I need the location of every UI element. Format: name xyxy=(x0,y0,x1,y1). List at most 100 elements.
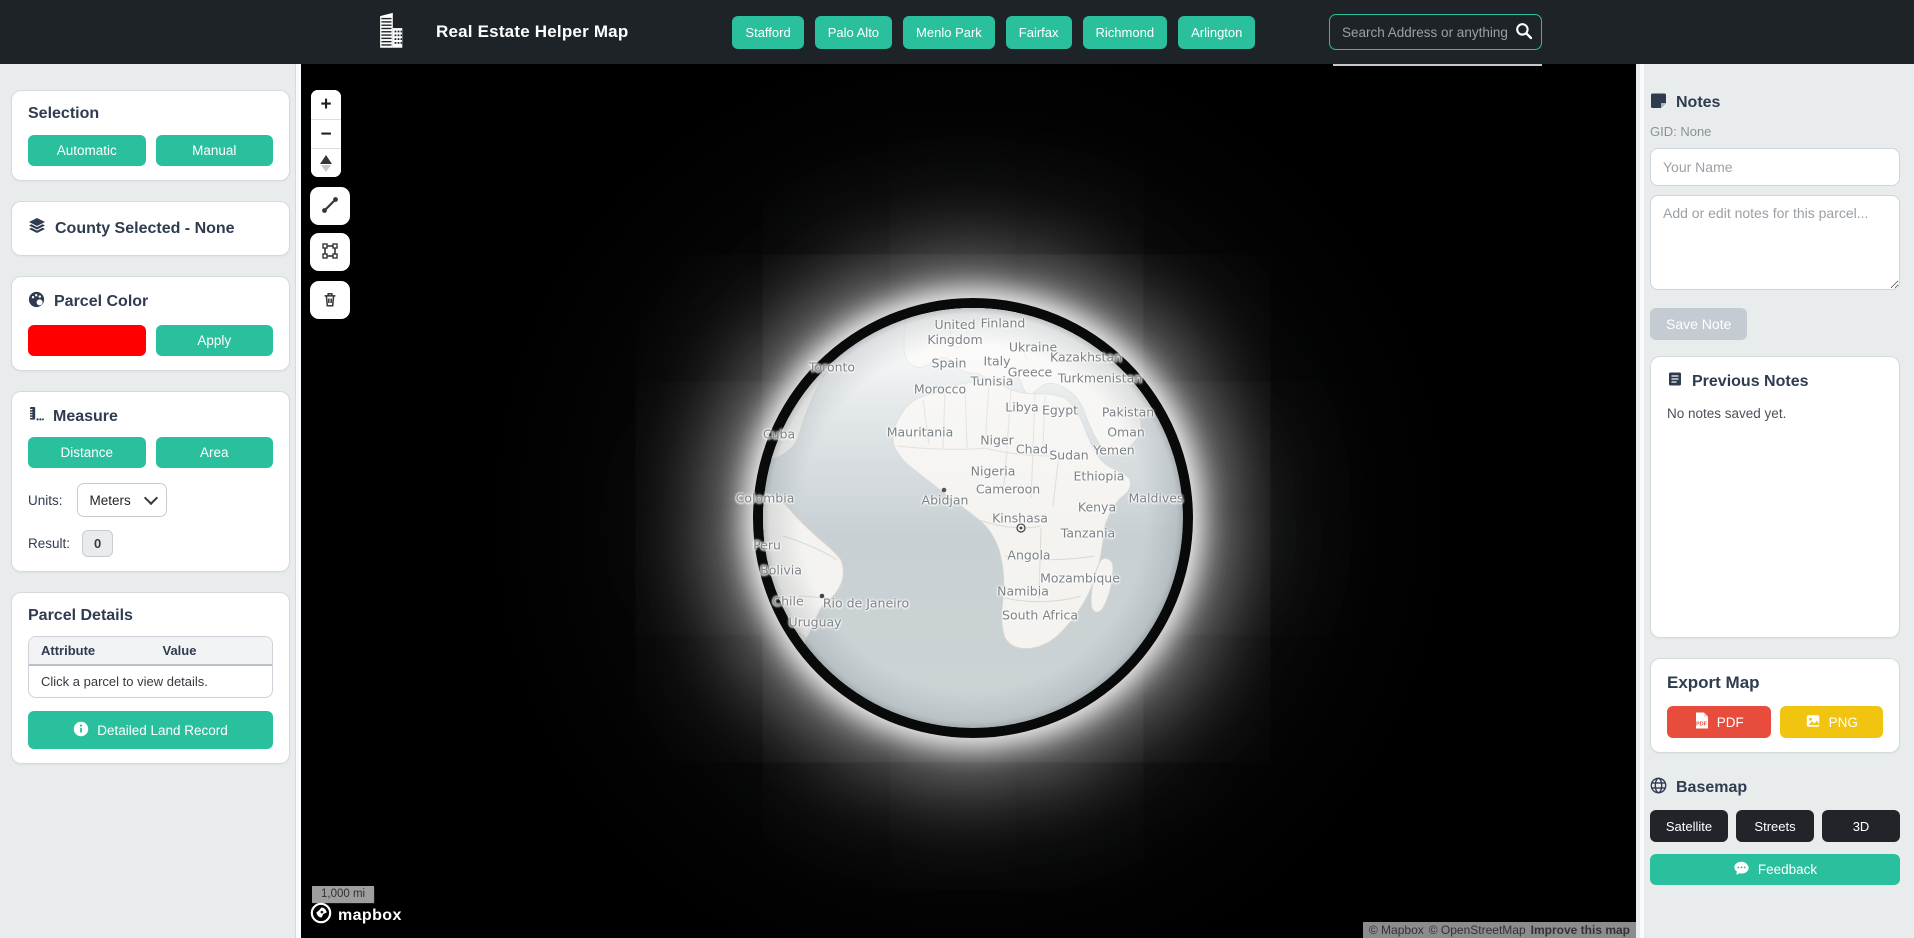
export-png-button[interactable]: PNG xyxy=(1780,706,1884,738)
previous-notes-empty: No notes saved yet. xyxy=(1667,406,1883,421)
city-button-menlo-park[interactable]: Menlo Park xyxy=(903,16,995,49)
book-icon xyxy=(1667,371,1683,392)
info-icon xyxy=(73,721,89,740)
navbar: Real Estate Helper Map Stafford Palo Alto… xyxy=(0,0,1914,64)
compass-icon xyxy=(320,155,332,172)
result-value-badge: 0 xyxy=(82,530,113,557)
manual-button[interactable]: Manual xyxy=(156,135,274,166)
pdf-file-icon: PDF xyxy=(1694,712,1709,732)
basemap-button-satellite[interactable]: Satellite xyxy=(1650,810,1728,842)
notes-section: Notes GID: None Save Note xyxy=(1650,92,1900,340)
table-empty-row: Click a parcel to view details. xyxy=(29,666,272,697)
city-button-fairfax[interactable]: Fairfax xyxy=(1006,16,1072,49)
left-sidebar: Selection Automatic Manual County Select… xyxy=(0,64,301,938)
mapbox-logo-text: mapbox xyxy=(338,907,402,925)
save-note-button[interactable]: Save Note xyxy=(1650,308,1747,340)
your-name-input[interactable] xyxy=(1650,148,1900,186)
right-sidebar: Notes GID: None Save Note xyxy=(1636,64,1914,938)
city-button-palo-alto[interactable]: Palo Alto xyxy=(815,16,892,49)
zoom-in-button[interactable]: + xyxy=(311,90,341,119)
notes-title: Notes xyxy=(1676,94,1720,112)
units-label: Units: xyxy=(28,493,63,508)
city-buttons: Stafford Palo Alto Menlo Park Fairfax Richmo… xyxy=(732,16,1255,49)
export-map-panel: Export Map PDF PDF xyxy=(1650,658,1900,753)
notes-icon xyxy=(1650,92,1667,114)
app-title: Real Estate Helper Map xyxy=(436,22,628,42)
value-column-header: Value xyxy=(151,637,273,664)
automatic-button[interactable]: Automatic xyxy=(28,135,146,166)
basemap-section: Basemap SatelliteStreets3D Feedback xyxy=(1650,777,1900,885)
city-button-stafford[interactable]: Stafford xyxy=(732,16,803,49)
image-file-icon xyxy=(1805,713,1821,732)
map-attribution: © Mapbox © OpenStreetMap Improve this ma… xyxy=(1363,922,1636,938)
layers-icon xyxy=(28,217,46,240)
building-logo-icon xyxy=(372,11,406,54)
attribution-mapbox[interactable]: © Mapbox xyxy=(1369,923,1424,937)
selection-panel: Selection Automatic Manual xyxy=(11,90,290,181)
table-header: Attribute Value xyxy=(29,637,272,666)
globe-icon xyxy=(1650,777,1667,799)
svg-text:PDF: PDF xyxy=(1696,722,1707,728)
feedback-label: Feedback xyxy=(1758,862,1817,877)
search-input[interactable] xyxy=(1329,14,1542,50)
search-underline xyxy=(1333,64,1542,66)
export-pdf-button[interactable]: PDF PDF xyxy=(1667,706,1771,738)
search-button[interactable] xyxy=(1512,20,1536,44)
export-png-label: PNG xyxy=(1829,715,1858,730)
previous-notes-title: Previous Notes xyxy=(1692,373,1808,391)
measure-title: Measure xyxy=(53,408,118,426)
navbar-inner: Real Estate Helper Map Stafford Palo Alto… xyxy=(372,0,1542,64)
palette-icon xyxy=(28,291,45,313)
basemap-button-streets[interactable]: Streets xyxy=(1736,810,1814,842)
parcel-details-panel: Parcel Details Attribute Value Click a p… xyxy=(11,592,290,764)
map-scale: 1,000 mi xyxy=(312,886,374,903)
map-canvas[interactable]: TorontoCubaColombiaPeruBoliviaChileUrugu… xyxy=(301,64,1636,938)
chat-icon xyxy=(1733,860,1750,880)
measure-panel: Measure Distance Area Units: Meters Resu… xyxy=(11,391,290,572)
brand: Real Estate Helper Map xyxy=(372,11,628,54)
app-root: Real Estate Helper Map Stafford Palo Alto… xyxy=(0,0,1914,938)
feedback-button[interactable]: Feedback xyxy=(1650,854,1900,885)
ruler-icon xyxy=(28,406,44,427)
export-map-title: Export Map xyxy=(1667,673,1883,693)
search-box xyxy=(1329,14,1542,50)
color-swatch[interactable] xyxy=(28,325,146,356)
basemap-buttons: SatelliteStreets3D xyxy=(1650,810,1900,842)
parcel-details-title: Parcel Details xyxy=(28,607,273,625)
note-textarea[interactable] xyxy=(1650,195,1900,290)
units-select[interactable]: Meters xyxy=(77,483,167,517)
city-button-richmond[interactable]: Richmond xyxy=(1083,16,1168,49)
detailed-land-record-button[interactable]: Detailed Land Record xyxy=(28,711,273,749)
area-button[interactable]: Area xyxy=(156,437,274,468)
parcel-details-table: Attribute Value Click a parcel to view d… xyxy=(28,636,273,698)
attribution-osm[interactable]: © OpenStreetMap xyxy=(1429,923,1526,937)
gid-label: GID: None xyxy=(1650,124,1900,139)
map-zoom-controls: + − xyxy=(311,90,341,177)
distance-button[interactable]: Distance xyxy=(28,437,146,468)
detailed-land-record-label: Detailed Land Record xyxy=(97,723,228,738)
export-pdf-label: PDF xyxy=(1717,715,1744,730)
search-icon xyxy=(1514,29,1534,44)
draw-polygon-button[interactable] xyxy=(310,233,350,271)
basemap-title: Basemap xyxy=(1676,779,1747,797)
parcel-color-title: Parcel Color xyxy=(54,293,148,311)
basemap-button-3d[interactable]: 3D xyxy=(1822,810,1900,842)
attribution-improve-link[interactable]: Improve this map xyxy=(1531,923,1630,937)
county-panel[interactable]: County Selected - None xyxy=(11,201,290,256)
selection-title: Selection xyxy=(28,105,273,123)
compass-button[interactable] xyxy=(311,148,341,177)
mapbox-logo[interactable]: mapbox xyxy=(310,902,402,929)
draw-polygon-icon xyxy=(321,242,339,263)
previous-notes-panel: Previous Notes No notes saved yet. xyxy=(1650,356,1900,638)
draw-line-icon xyxy=(320,195,340,218)
units-selected-value: Meters xyxy=(90,493,131,508)
city-button-arlington[interactable]: Arlington xyxy=(1178,16,1255,49)
zoom-out-button[interactable]: − xyxy=(311,119,341,148)
chevron-down-icon xyxy=(143,491,157,505)
apply-color-button[interactable]: Apply xyxy=(156,325,274,356)
draw-line-button[interactable] xyxy=(310,187,350,225)
trash-icon xyxy=(321,290,339,311)
result-label: Result: xyxy=(28,536,70,551)
trash-button[interactable] xyxy=(310,281,350,319)
plus-icon: + xyxy=(320,95,331,114)
